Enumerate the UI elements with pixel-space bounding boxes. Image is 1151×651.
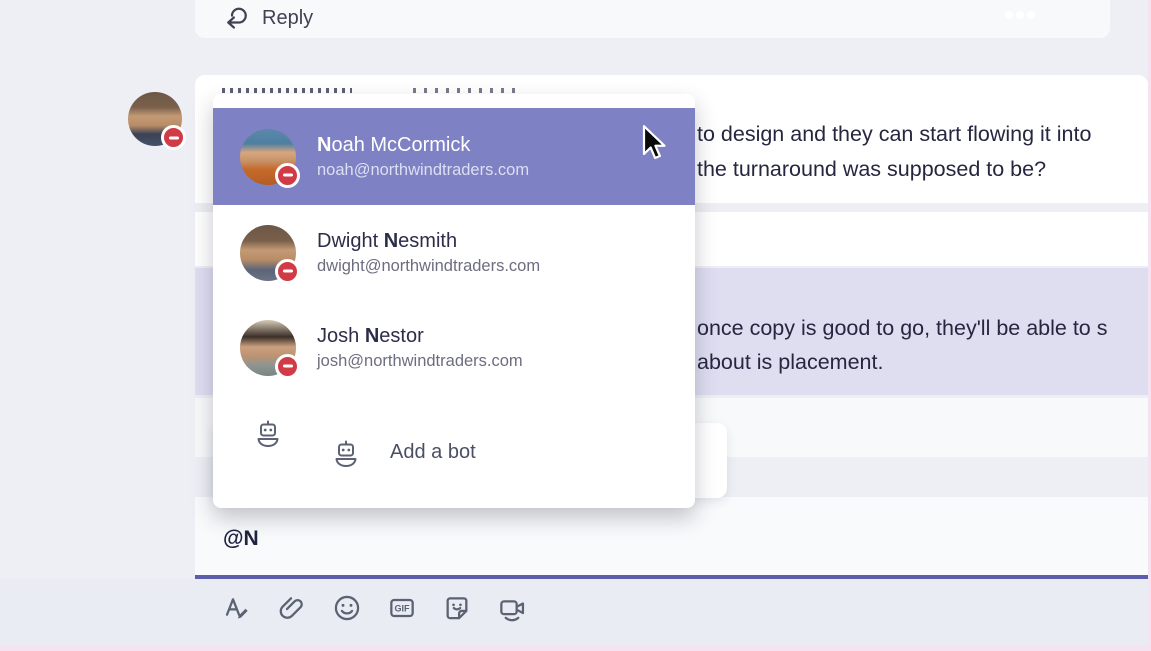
emoji-button[interactable] [331, 592, 363, 624]
format-icon [225, 598, 248, 619]
message-text: about is placement. [697, 350, 884, 374]
add-a-bot-item[interactable]: Add a bot [390, 441, 476, 464]
suggestion-dwight-nesmith[interactable]: Dwight Nesmith dwight@northwindtraders.c… [213, 205, 695, 300]
avatar [240, 319, 300, 379]
more-options-icon[interactable] [1005, 11, 1035, 19]
do-not-disturb-badge-icon [161, 125, 186, 150]
paperclip-icon [279, 597, 303, 619]
format-button[interactable] [221, 592, 253, 624]
window-edge [0, 646, 1151, 651]
suggestion-name: Dwight Nesmith [317, 229, 458, 252]
do-not-disturb-badge-icon [275, 258, 300, 284]
mention-suggestion-popup: Noah McCormick noah@northwindtraders.com… [213, 94, 695, 508]
obscured-message-timestamp [413, 88, 518, 93]
mouse-cursor-icon [642, 125, 666, 160]
gif-button[interactable]: GIF [386, 592, 418, 624]
message-text: to design and they can start flowing it … [697, 122, 1092, 146]
video-camera-icon [500, 600, 525, 622]
compose-message-box[interactable] [195, 497, 1151, 576]
reply-bar[interactable]: Reply [195, 0, 1110, 38]
message-text: the turnaround was supposed to be? [697, 157, 1047, 181]
suggestion-name: Josh Nestor [317, 324, 424, 347]
suggestion-noah-mccormick[interactable]: Noah McCormick noah@northwindtraders.com [213, 108, 695, 205]
sender-avatar[interactable] [128, 92, 186, 150]
suggestion-email: josh@northwindtraders.com [317, 351, 523, 370]
reply-arrow-icon [227, 7, 247, 29]
suggestion-email: noah@northwindtraders.com [317, 160, 530, 179]
sticker-button[interactable] [441, 592, 473, 624]
reply-label: Reply [262, 7, 314, 29]
suggestion-josh-nestor[interactable]: Josh Nestor josh@northwindtraders.com [213, 300, 695, 395]
meet-now-button[interactable] [496, 592, 528, 624]
suggestion-name: Noah McCormick [317, 133, 471, 156]
suggestion-email: dwight@northwindtraders.com [317, 256, 541, 275]
bot-icon [335, 440, 357, 467]
compose-input-text[interactable]: @N [223, 527, 259, 551]
avatar [240, 224, 300, 284]
attach-button[interactable] [276, 592, 308, 624]
message-text: once copy is good to go, they'll be able… [697, 316, 1108, 340]
bot-icon [257, 420, 279, 447]
obscured-message-header [222, 88, 352, 93]
teams-chat-window: Reply to design and they can start flowi… [0, 0, 1151, 651]
do-not-disturb-badge-icon [275, 353, 300, 379]
sticker-icon [446, 597, 468, 620]
avatar [240, 128, 300, 188]
compose-toolbar [0, 579, 1151, 646]
gif-icon: GIF [390, 598, 414, 618]
svg-text:GIF: GIF [394, 604, 410, 614]
do-not-disturb-badge-icon [275, 162, 300, 188]
emoji-icon [334, 595, 360, 621]
